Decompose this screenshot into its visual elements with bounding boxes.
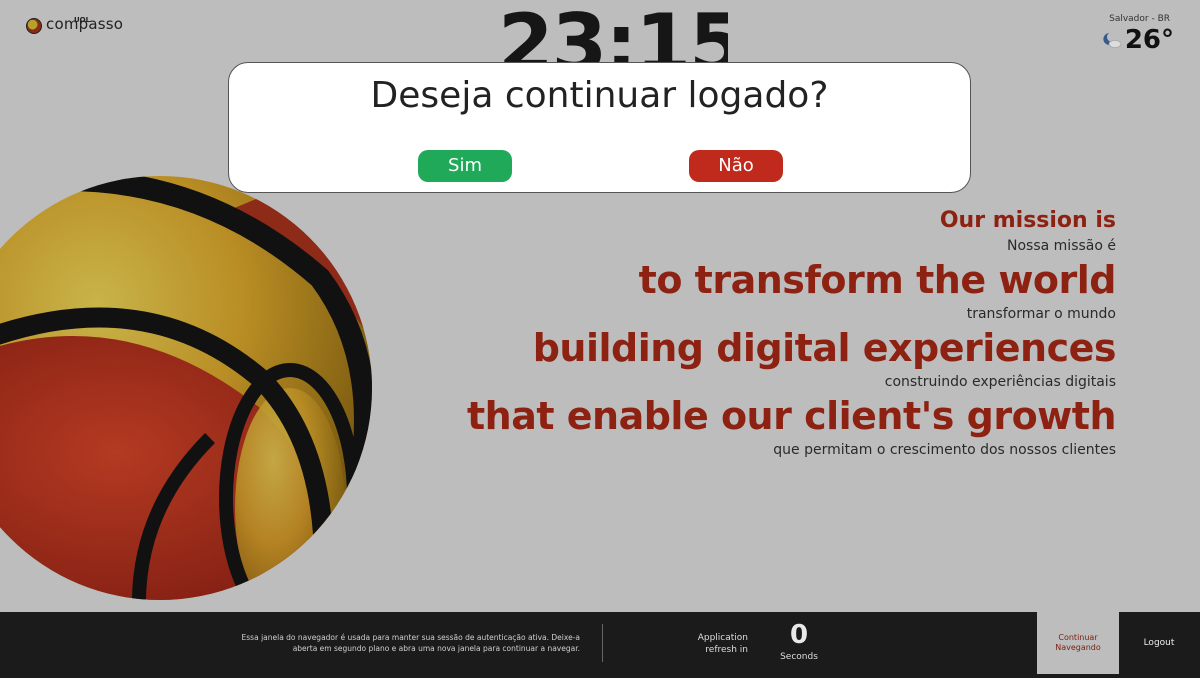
mission-line-3: that enable our client's growth (467, 394, 1117, 438)
no-button[interactable]: Não (689, 150, 783, 182)
app-refresh-label: Application refresh in (697, 633, 748, 655)
weather-city: Salvador - BR (1109, 14, 1170, 24)
dialog-title: Deseja continuar logado? (370, 75, 829, 116)
footer-divider (602, 624, 603, 662)
seconds-label: Seconds (780, 652, 818, 662)
logo-mark-icon (26, 18, 42, 34)
refresh-countdown: 0 (789, 620, 809, 650)
moon-cloud-icon (1103, 33, 1122, 48)
footer-bar: Essa janela do navegador é usada para ma… (0, 612, 1200, 678)
decorative-sphere (0, 176, 372, 600)
mission-line-2: building digital experiences (532, 326, 1117, 370)
logout-button[interactable]: Logout (1130, 638, 1188, 648)
mission-statement: Our mission is Nossa missão é to transfo… (467, 206, 1117, 460)
mission-heading: Our mission is (939, 208, 1116, 233)
mission-line-1-pt: transformar o mundo (966, 306, 1116, 322)
mission-heading-pt: Nossa missão é (1007, 238, 1116, 254)
yes-button[interactable]: Sim (418, 150, 512, 182)
logo-sub: UOL (74, 16, 91, 24)
stay-logged-in-dialog: Deseja continuar logado? Sim Não (228, 62, 971, 193)
continue-browsing-button[interactable]: Continuar Navegando (1037, 612, 1119, 674)
mission-line-3-pt: que permitam o crescimento dos nossos cl… (773, 442, 1116, 458)
mission-line-1: to transform the world (638, 258, 1117, 302)
session-note: Essa janela do navegador é usada para ma… (241, 633, 580, 653)
mission-line-2-pt: construindo experiências digitais (884, 374, 1116, 390)
weather-temp: 26° (1124, 25, 1174, 55)
weather-widget: Salvador - BR 26° (1103, 14, 1174, 55)
clock: 23:15 (498, 0, 728, 62)
